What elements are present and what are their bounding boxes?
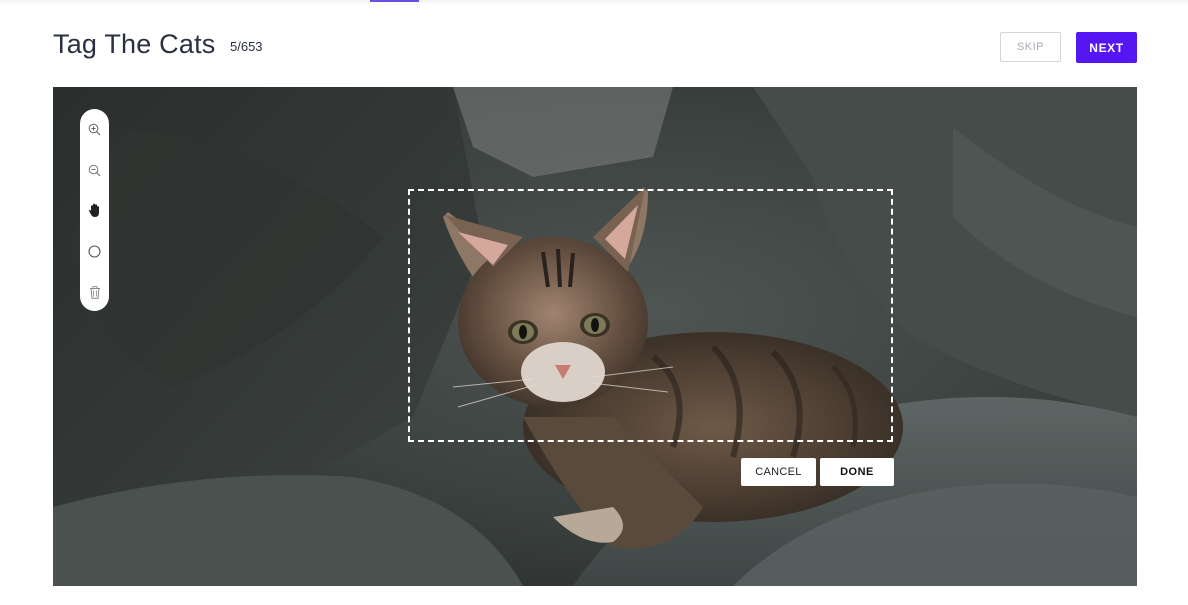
circle-icon[interactable] [85,242,104,261]
next-button[interactable]: NEXT [1076,32,1137,63]
cancel-button[interactable]: CANCEL [741,458,816,486]
zoom-in-icon[interactable] [85,120,104,139]
zoom-out-icon[interactable] [85,161,104,180]
active-tab-indicator [370,0,419,2]
done-button[interactable]: DONE [820,458,894,486]
top-bar-shadow [0,0,1188,4]
trash-icon[interactable] [85,283,104,302]
image-canvas[interactable] [53,87,1137,586]
hand-icon[interactable] [85,201,104,220]
image-counter: 5/653 [230,39,263,54]
selection-box[interactable] [408,189,893,442]
annotation-toolbar [80,109,109,311]
page-title: Tag The Cats [53,29,216,59]
skip-button[interactable]: SKIP [1000,32,1061,62]
